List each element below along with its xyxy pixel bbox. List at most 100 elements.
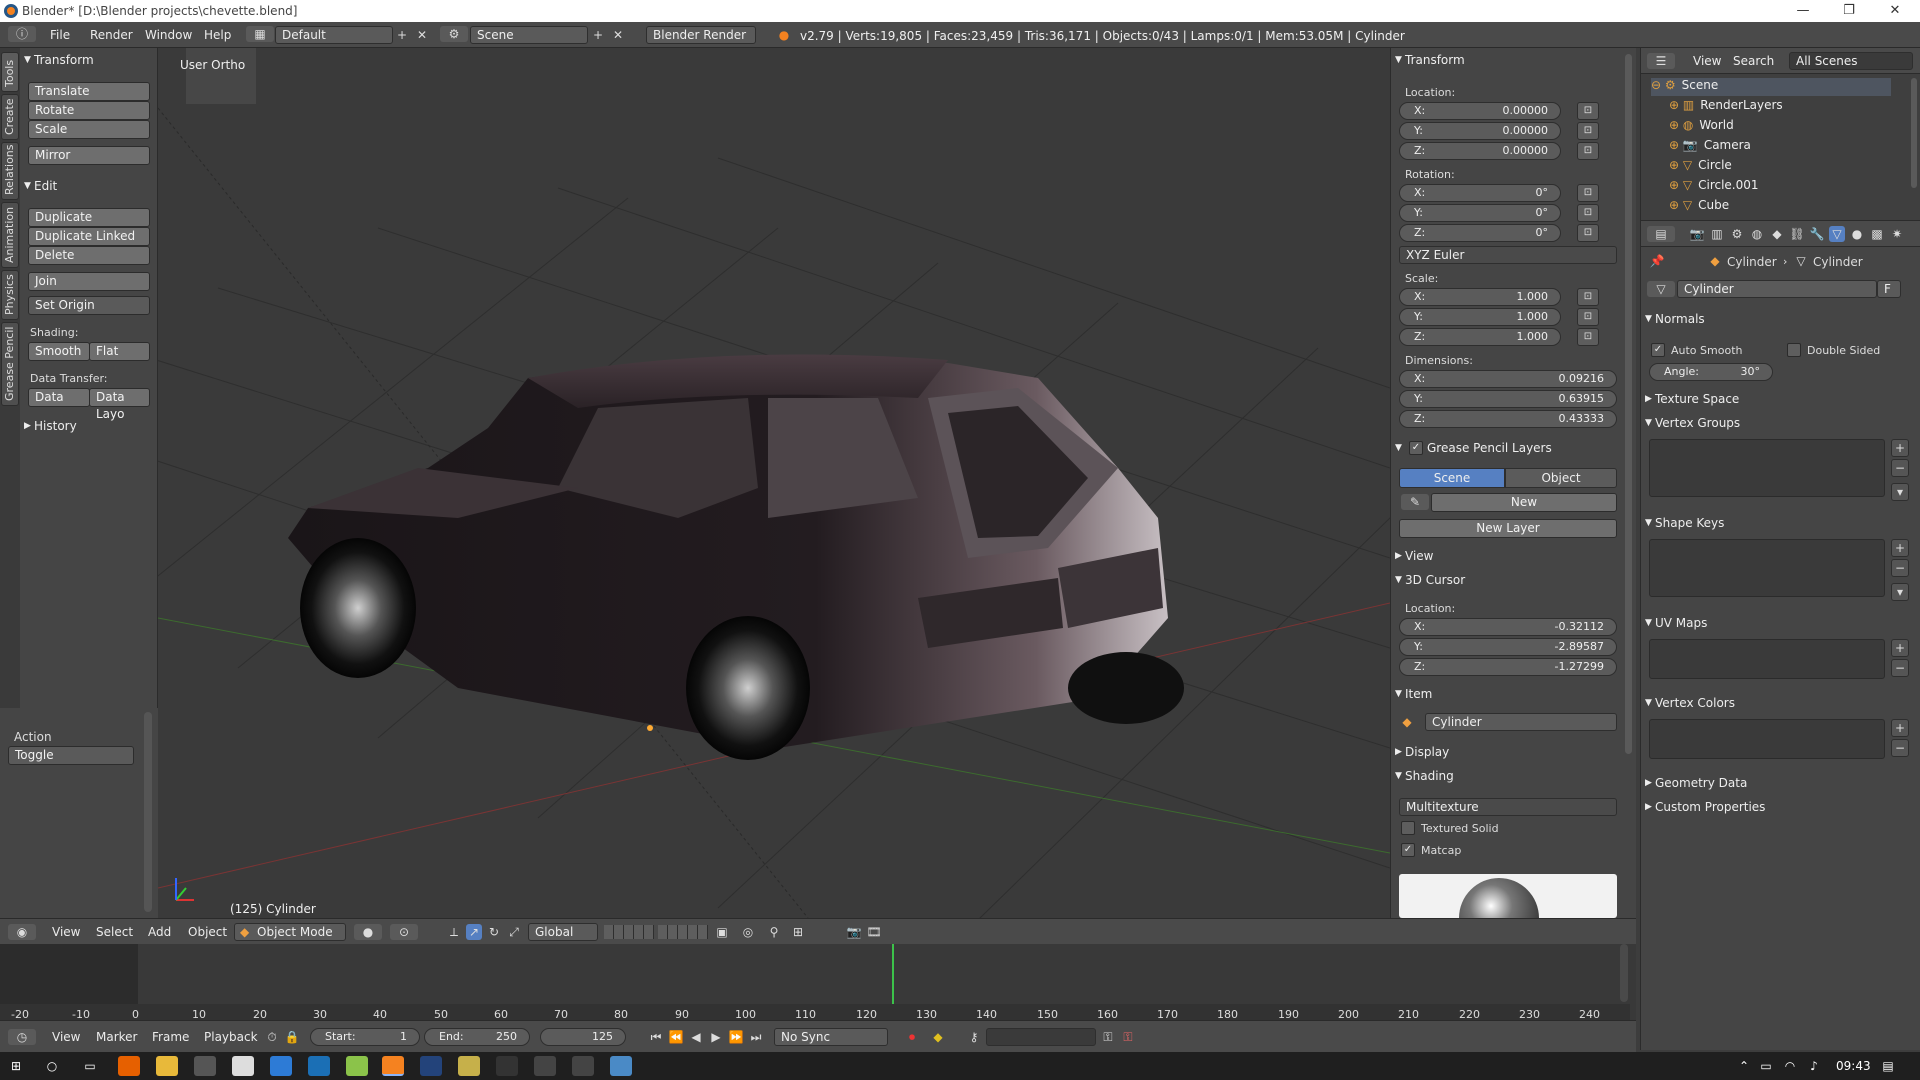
pivot-point-icon[interactable]: ⊙ [390,924,418,940]
translate-button[interactable]: Translate [28,82,150,101]
rear-wheel[interactable] [686,616,810,760]
vertex-groups-list[interactable] [1649,439,1885,497]
object-tab-icon[interactable]: ◆ [1769,226,1785,242]
outliner-editor-icon[interactable]: ☰ [1647,53,1675,69]
menu-file[interactable]: File [50,28,70,42]
scale-button[interactable]: Scale [28,120,150,139]
scale-z-field[interactable]: Z: 1.000 [1399,328,1561,346]
tray-chevron-icon[interactable]: ⌃ [1736,1058,1752,1074]
delete-keyframe-icon[interactable]: ⚿ [1120,1029,1136,1045]
view-menu[interactable]: View [52,925,80,939]
task-view-icon[interactable]: ▭ [82,1058,98,1074]
npanel-scrollbar[interactable] [1625,54,1632,754]
network-app-taskbar-icon[interactable] [610,1056,632,1076]
render-tab-icon[interactable]: 📷 [1689,226,1705,242]
interaction-mode-dropdown[interactable]: ◆ Object Mode [234,923,346,941]
settings-taskbar-icon[interactable] [534,1056,556,1076]
lock-scale-z-icon[interactable]: ⊡ [1577,328,1599,346]
viewport-shading-icon[interactable]: ● [354,924,382,940]
cursor-z-field[interactable]: Z: -1.27299 [1399,658,1617,676]
dimension-z-field[interactable]: Z: 0.43333 [1399,410,1617,428]
scene-icon[interactable]: ⚙ [440,26,468,42]
vertex-colors-list[interactable] [1649,719,1885,759]
item-name-field[interactable]: Cylinder [1425,713,1617,731]
flat-button[interactable]: Flat [89,342,150,361]
steam-taskbar-icon[interactable] [308,1056,330,1076]
notes-taskbar-icon[interactable] [346,1056,368,1076]
rotation-mode-dropdown[interactable]: XYZ Euler [1399,246,1617,264]
location-y-field[interactable]: Y: 0.00000 [1399,122,1561,140]
tab-tools[interactable]: Tools [1,52,19,92]
snap-element-icon[interactable]: ⊞ [790,924,806,940]
outliner-search-menu[interactable]: Search [1733,54,1774,68]
object-origin[interactable] [647,725,653,731]
rear-wheel-far[interactable] [1068,652,1184,724]
start-menu-icon[interactable]: ⊞ [8,1058,24,1074]
layer-buttons[interactable] [604,925,654,939]
timeline-editor-icon[interactable]: ◷ [8,1029,36,1045]
app-taskbar-icon[interactable] [194,1056,216,1076]
remove-scene-icon[interactable]: ✕ [610,27,626,43]
mesh-datablock-icon[interactable]: ▽ [1647,281,1675,297]
select-menu[interactable]: Select [96,925,133,939]
menu-window[interactable]: Window [145,28,192,42]
object-menu[interactable]: Object [188,925,227,939]
front-wheel[interactable] [300,538,416,678]
outliner-item[interactable]: ⊕ ▥ RenderLayers [1669,98,1909,116]
explorer-taskbar-icon[interactable] [156,1056,178,1076]
scene-tab-icon[interactable]: ⚙ [1729,226,1745,242]
manipulator-toggle-icon[interactable]: ⟂ [446,924,462,940]
pin-icon[interactable]: 📌 [1649,253,1665,269]
store-taskbar-icon[interactable] [270,1056,292,1076]
grease-pencil-header[interactable]: ▼ ✓ Grease Pencil Layers [1391,438,1636,458]
lock-rotation-z-icon[interactable]: ⊡ [1577,224,1599,242]
translate-manipulator-icon[interactable]: ↗ [466,924,482,940]
timeline[interactable]: -20 -10 0 10 20 30 40 50 60 70 80 90 100 110 120 130 140… [0,944,1636,1021]
minimize-button[interactable]: — [1780,0,1826,22]
lock-location-y-icon[interactable]: ⊡ [1577,122,1599,140]
firefox-taskbar-icon[interactable] [118,1056,140,1076]
set-origin-dropdown[interactable]: Set Origin [28,296,150,315]
steam2-taskbar-icon[interactable] [420,1056,442,1076]
uv-maps-header[interactable]: ▼ UV Maps [1641,613,1920,633]
opengl-anim-icon[interactable]: 🎞 [866,924,882,940]
transform-panel-header[interactable]: ▼ Transform [20,50,157,70]
editor-type-info-icon[interactable]: ⓘ [8,26,36,42]
mesh-data-tab-icon[interactable]: ▽ [1829,226,1845,242]
operator-scrollbar[interactable] [144,712,152,912]
cursor-y-field[interactable]: Y: -2.89587 [1399,638,1617,656]
shading-panel-header[interactable]: ▼ Shading [1391,766,1636,786]
shape-key-remove-icon[interactable]: − [1891,559,1909,577]
screen-layout-icon[interactable]: ▦ [246,26,274,42]
outliner-item[interactable]: ⊕ ▽ Circle.001 [1669,178,1909,196]
end-frame-field[interactable]: End: 250 [424,1028,530,1046]
normals-header[interactable]: ▼ Normals [1641,309,1920,329]
tab-relations[interactable]: Relations [1,142,19,200]
shape-key-menu-icon[interactable]: ▾ [1891,583,1909,601]
uv-map-remove-icon[interactable]: − [1891,659,1909,677]
timeline-frame-menu[interactable]: Frame [152,1030,189,1044]
lock-location-x-icon[interactable]: ⊡ [1577,102,1599,120]
timeline-marker-menu[interactable]: Marker [96,1030,137,1044]
next-keyframe-icon[interactable]: ⏩ [728,1029,744,1045]
history-panel-header[interactable]: ▶ History [20,416,157,436]
auto-smooth-checkbox[interactable]: ✓ [1651,343,1665,357]
join-button[interactable]: Join [28,272,150,291]
outliner-view-menu[interactable]: View [1693,54,1721,68]
operator-action-dropdown[interactable]: Toggle [8,746,134,765]
lock-scale-x-icon[interactable]: ⊡ [1577,288,1599,306]
double-sided-checkbox[interactable] [1787,343,1801,357]
gp-new-layer-button[interactable]: New Layer [1399,519,1617,538]
keying-set-field[interactable] [986,1028,1096,1046]
3d-view-editor-icon[interactable]: ◉ [8,924,36,940]
sync-mode-dropdown[interactable]: No Sync [774,1028,888,1046]
item-panel-header[interactable]: ▼ Item [1391,684,1636,704]
cursor-panel-header[interactable]: ▼ 3D Cursor [1391,570,1636,590]
shape-keys-header[interactable]: ▼ Shape Keys [1641,513,1920,533]
data-layout-button[interactable]: Data Layo [89,388,150,421]
custom-properties-header[interactable]: ▶ Custom Properties [1641,797,1920,817]
vertex-colors-header[interactable]: ▼ Vertex Colors [1641,693,1920,713]
breadcrumb-object[interactable]: Cylinder [1727,255,1777,269]
gp-scene-toggle[interactable]: Scene [1399,468,1505,488]
render-engine-selector[interactable]: Blender Render [646,26,756,44]
